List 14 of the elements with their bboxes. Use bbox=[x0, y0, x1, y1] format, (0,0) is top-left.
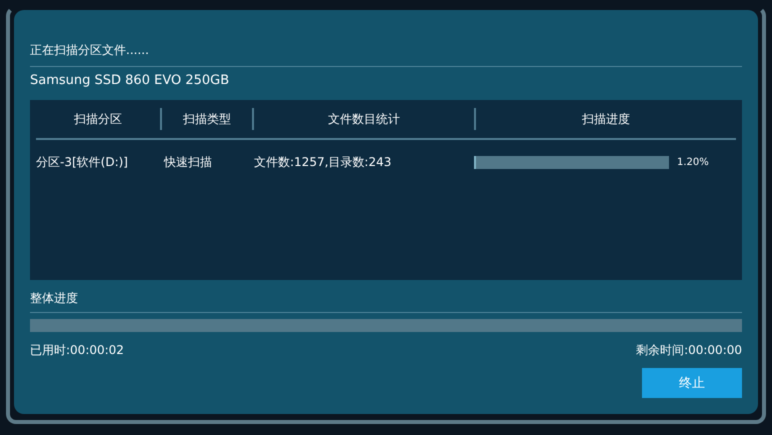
column-header: 扫描分区 bbox=[36, 108, 162, 130]
table-cell-text: 文件数:1257,目录数:243 bbox=[253, 154, 392, 170]
progress-percent: 1.20% bbox=[677, 156, 709, 168]
remaining-time: 剩余时间:00:00:00 bbox=[636, 342, 742, 359]
table-cell-text: 分区-3[软件(D:)] bbox=[36, 154, 129, 170]
column-header: 文件数目统计 bbox=[254, 108, 476, 130]
status-text: 正在扫描分区文件...... bbox=[30, 42, 150, 59]
table-cell-text: 快速扫描 bbox=[162, 154, 213, 170]
column-header: 扫描类型 bbox=[162, 108, 254, 130]
device-name: Samsung SSD 860 EVO 250GB bbox=[30, 73, 230, 90]
column-header: 扫描进度 bbox=[581, 111, 631, 128]
stop-button[interactable]: 终止 bbox=[642, 368, 742, 398]
elapsed-time: 已用时:00:00:02 bbox=[30, 342, 124, 359]
overall-progress-label: 整体进度 bbox=[30, 290, 79, 306]
